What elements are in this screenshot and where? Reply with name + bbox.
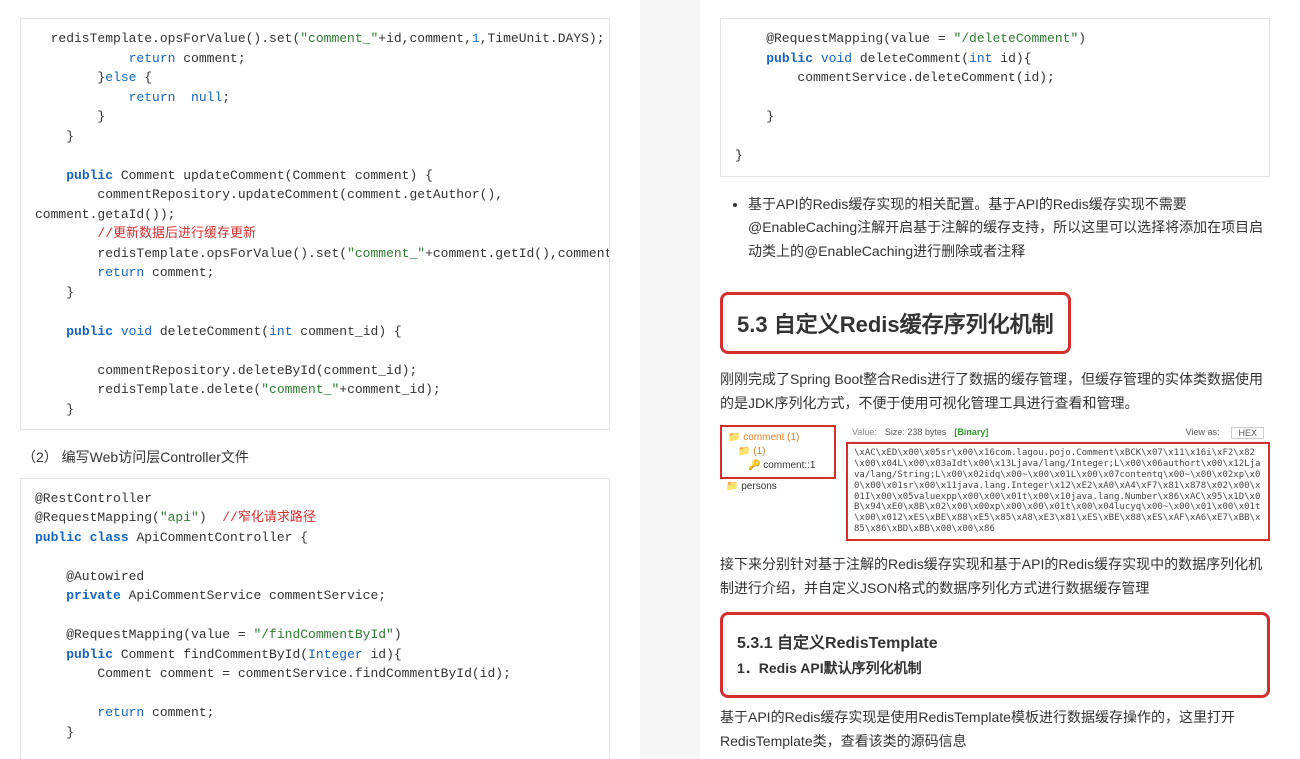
tree-outside: persons <box>720 479 832 494</box>
section-5-3-1-box: 5.3.1 自定义RedisTemplate 1．Redis API默认序列化机… <box>720 612 1270 698</box>
view-as-hex[interactable]: HEX <box>1231 427 1264 439</box>
para-after-img: 接下来分别针对基于注解的Redis缓存实现和基于API的Redis缓存实现中的数… <box>720 553 1270 601</box>
left-code-block-2: @RestController @RequestMapping("api") /… <box>20 478 610 759</box>
value-size: Size: 238 bytes <box>885 427 947 439</box>
value-binary-tag: [Binary] <box>954 427 988 439</box>
left-step-2-text: （2） 编写Web访问层Controller文件 <box>22 446 610 470</box>
section-5-3-box: 5.3 自定义Redis缓存序列化机制 <box>720 292 1071 354</box>
right-column: @RequestMapping(value = "/deleteComment"… <box>700 0 1300 759</box>
redis-value-header: Value: Size: 238 bytes [Binary] View as:… <box>846 425 1270 442</box>
value-label: Value: <box>852 427 877 439</box>
right-bullet-1: 基于API的Redis缓存实现的相关配置。基于API的Redis缓存实现不需要@… <box>748 193 1270 264</box>
tree-folder-1: (1) <box>728 445 828 459</box>
redis-tree-wrap: comment (1) (1) comment::1 persons <box>720 425 836 540</box>
left-column: redisTemplate.opsForValue().set("comment… <box>0 0 640 759</box>
heading-5-3-1-sub: 1．Redis API默认序列化机制 <box>737 657 1253 681</box>
view-as-label: View as: <box>1186 427 1220 439</box>
tree-folder-comment: comment (1) <box>728 431 828 445</box>
redis-value-body: \xAC\xED\x00\x05sr\x00\x16com.lagou.pojo… <box>846 442 1270 540</box>
heading-5-3: 5.3 自定义Redis缓存序列化机制 <box>737 307 1054 339</box>
column-gap <box>640 0 700 759</box>
redis-tree-panel: comment (1) (1) comment::1 <box>720 425 836 479</box>
page-root: redisTemplate.opsForValue().set("comment… <box>0 0 1300 759</box>
left-code-block-1: redisTemplate.opsForValue().set("comment… <box>20 18 610 430</box>
heading-5-3-1: 5.3.1 自定义RedisTemplate <box>737 629 1253 653</box>
redis-screenshot-row: comment (1) (1) comment::1 persons Value… <box>720 425 1270 540</box>
tree-folder-persons: persons <box>726 481 826 492</box>
para-5-3-1: 基于API的Redis缓存实现是使用RedisTemplate模板进行数据缓存操… <box>720 706 1270 754</box>
redis-value-panel: Value: Size: 238 bytes [Binary] View as:… <box>846 425 1270 540</box>
tree-key-comment1: comment::1 <box>728 459 828 473</box>
right-code-block-1: @RequestMapping(value = "/deleteComment"… <box>720 18 1270 177</box>
para-after-5-3: 刚刚完成了Spring Boot整合Redis进行了数据的缓存管理，但缓存管理的… <box>720 368 1270 416</box>
right-bullet-list: 基于API的Redis缓存实现的相关配置。基于API的Redis缓存实现不需要@… <box>720 193 1270 264</box>
